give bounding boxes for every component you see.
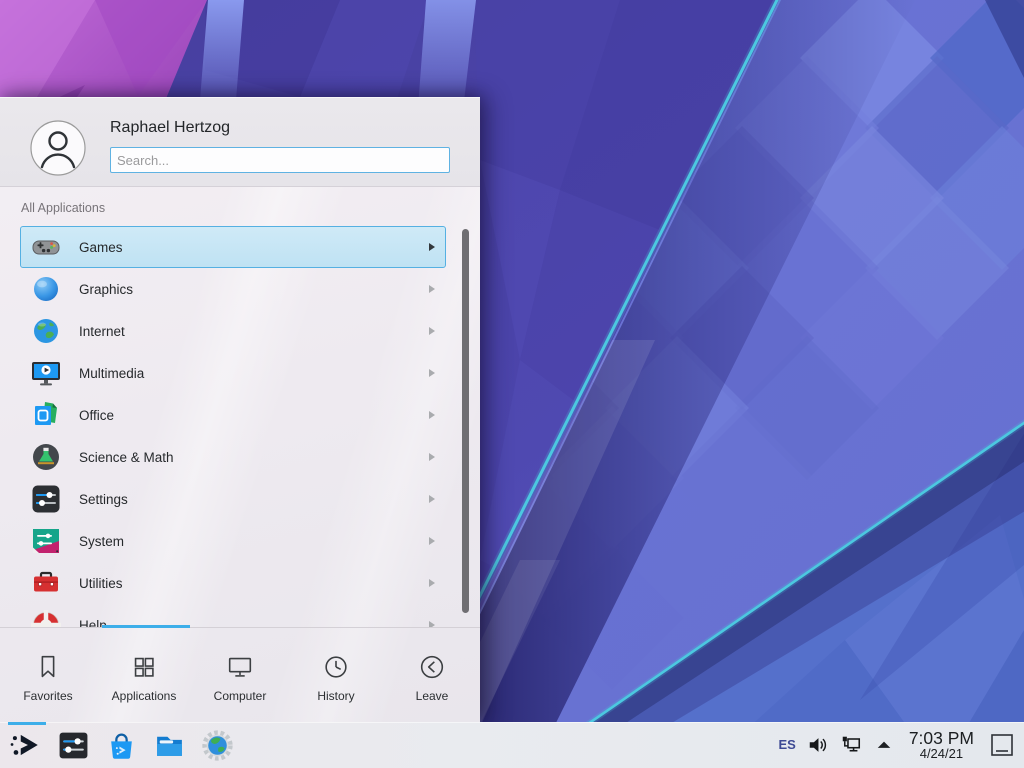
- app-grid-icon: [129, 652, 159, 682]
- category-item-utilities[interactable]: Utilities: [20, 562, 446, 604]
- expand-tray-arrow-icon[interactable]: [873, 734, 895, 756]
- category-item-settings[interactable]: Settings: [20, 478, 446, 520]
- category-label: Office: [79, 408, 114, 423]
- tabbar-separator: [0, 627, 480, 628]
- bookmark-icon: [33, 652, 63, 682]
- system-settings-button[interactable]: [55, 727, 91, 763]
- web-browser-button[interactable]: [199, 727, 235, 763]
- category-label: System: [79, 534, 124, 549]
- submenu-arrow-icon: [429, 411, 435, 419]
- category-label: Games: [79, 240, 123, 255]
- launcher-tab-bar: Favorites Applications Computer: [0, 629, 480, 723]
- clock-time: 7:03 PM: [909, 729, 974, 748]
- submenu-arrow-icon: [429, 327, 435, 335]
- show-desktop-button[interactable]: [988, 731, 1016, 759]
- clock-icon: [321, 652, 351, 682]
- application-category-list: Games Graphics: [20, 226, 446, 628]
- sliders-color-icon: [29, 524, 63, 558]
- lifebuoy-icon: [29, 608, 63, 628]
- user-name: Raphael Hertzog: [110, 119, 230, 137]
- blue-sphere-icon: [29, 272, 63, 306]
- list-scrollbar[interactable]: [462, 229, 469, 613]
- clock-date: 4/24/21: [909, 747, 974, 761]
- category-item-office[interactable]: Office: [20, 394, 446, 436]
- submenu-arrow-icon: [429, 243, 435, 251]
- submenu-arrow-icon: [429, 369, 435, 377]
- file-manager-button[interactable]: [151, 727, 187, 763]
- tab-label: Computer: [214, 689, 267, 703]
- tab-favorites[interactable]: Favorites: [0, 629, 96, 723]
- sliders-dark-icon: [29, 482, 63, 516]
- software-center-button[interactable]: [103, 727, 139, 763]
- category-item-science-math[interactable]: Science & Math: [20, 436, 446, 478]
- leave-circle-icon: [417, 652, 447, 682]
- category-item-system[interactable]: System: [20, 520, 446, 562]
- submenu-arrow-icon: [429, 537, 435, 545]
- taskbar-icons: [0, 727, 235, 763]
- taskbar-panel: ES: [0, 722, 1024, 768]
- tab-label: History: [317, 689, 354, 703]
- keyboard-layout-indicator[interactable]: ES: [778, 737, 795, 752]
- app-launcher-button[interactable]: [7, 727, 43, 763]
- launcher-header: Raphael Hertzog: [0, 98, 480, 187]
- folder-icon: [153, 729, 186, 762]
- active-task-indicator: [8, 722, 46, 725]
- submenu-arrow-icon: [429, 579, 435, 587]
- category-label: Internet: [79, 324, 125, 339]
- kali-logo-icon: [8, 728, 42, 762]
- tab-leave[interactable]: Leave: [384, 629, 480, 723]
- show-desktop-icon: [988, 731, 1016, 759]
- search-input[interactable]: [110, 147, 450, 173]
- volume-icon[interactable]: [807, 734, 829, 756]
- user-avatar-icon: [30, 120, 86, 176]
- media-player-icon: [29, 356, 63, 390]
- category-item-games[interactable]: Games: [20, 226, 446, 268]
- user-avatar[interactable]: [30, 120, 86, 176]
- category-item-multimedia[interactable]: Multimedia: [20, 352, 446, 394]
- network-icon[interactable]: [840, 734, 862, 756]
- tab-label: Leave: [416, 689, 449, 703]
- toolbox-icon: [29, 566, 63, 600]
- category-label: Graphics: [79, 282, 133, 297]
- tab-label: Applications: [112, 689, 177, 703]
- digital-clock[interactable]: 7:03 PM 4/24/21: [909, 729, 974, 762]
- category-item-internet[interactable]: Internet: [20, 310, 446, 352]
- tab-applications[interactable]: Applications: [96, 629, 192, 723]
- settings-sliders-icon: [57, 729, 90, 762]
- active-tab-indicator: [102, 625, 190, 628]
- category-label: Science & Math: [79, 450, 174, 465]
- category-label: Multimedia: [79, 366, 144, 381]
- submenu-arrow-icon: [429, 453, 435, 461]
- tab-history[interactable]: History: [288, 629, 384, 723]
- category-label: Utilities: [79, 576, 123, 591]
- tab-label: Favorites: [23, 689, 72, 703]
- system-tray: ES: [778, 729, 1024, 762]
- category-item-graphics[interactable]: Graphics: [20, 268, 446, 310]
- globe-gear-icon: [201, 729, 234, 762]
- flask-icon: [29, 440, 63, 474]
- tab-computer[interactable]: Computer: [192, 629, 288, 723]
- gamepad-icon: [29, 230, 63, 264]
- monitor-icon: [225, 652, 255, 682]
- category-label: Settings: [79, 492, 128, 507]
- application-launcher-menu: Raphael Hertzog All Applications: [0, 97, 480, 723]
- category-item-help[interactable]: Help: [20, 604, 446, 628]
- shopping-bag-icon: [105, 729, 138, 762]
- section-label-all-applications: All Applications: [21, 201, 105, 215]
- submenu-arrow-icon: [429, 285, 435, 293]
- desktop: Raphael Hertzog All Applications: [0, 0, 1024, 768]
- submenu-arrow-icon: [429, 495, 435, 503]
- globe-icon: [29, 314, 63, 348]
- documents-icon: [29, 398, 63, 432]
